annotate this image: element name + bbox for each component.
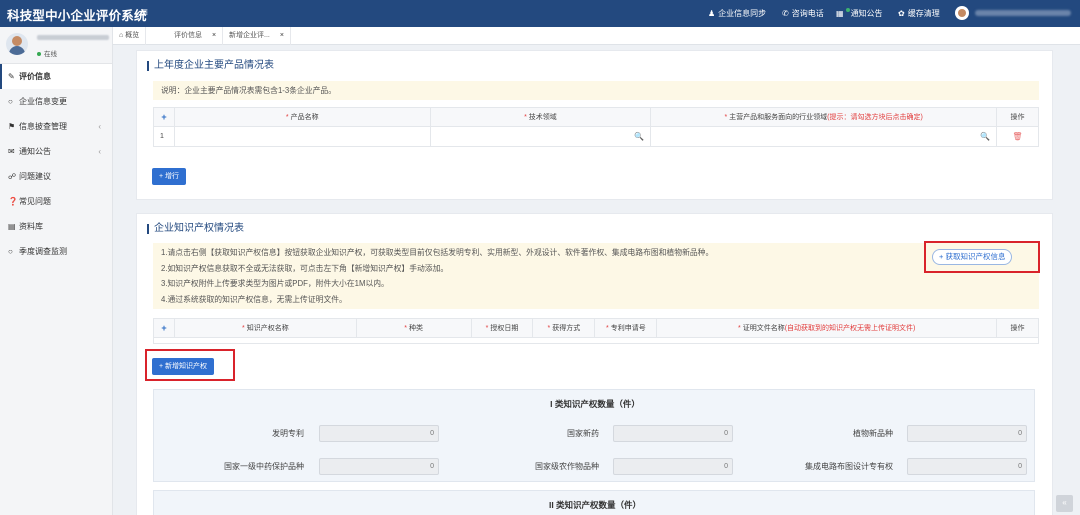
add-row-plus[interactable]: + — [153, 107, 175, 127]
add-ip-plus[interactable]: + — [153, 318, 175, 338]
profile-panel: 在线 — [0, 27, 112, 64]
ip-notes: 1.请点击右侧【获取知识产权信息】按钮获取企业知识产权，可获取类型目前仅包括发明… — [153, 243, 1039, 309]
sidebar-item-info-change[interactable]: ○ 企业信息变更 — [0, 89, 112, 114]
sidebar-item-disclosure[interactable]: ⚑ 信息披查管理 ‹ — [0, 114, 112, 139]
search-icon[interactable]: 🔍 — [634, 132, 644, 141]
sidebar-item-feedback[interactable]: ☍ 问题建议 — [0, 164, 112, 189]
class1-title: I 类知识产权数量（件） — [550, 399, 640, 409]
user-avatar[interactable] — [955, 6, 969, 20]
top-bar: 科技型中小企业评价系统 ≡ ♟ 企业信息同步 ✆ 咨询电话 ▦ 通知公告 ✿ 缓存清理 — [0, 0, 1080, 27]
sidebar-item-evaluation[interactable]: ✎ 评价信息 — [0, 64, 112, 89]
tab-bar: ⌂ 概览 评价信息 × 新增企业评... × — [113, 27, 1080, 45]
tcm-protection-input[interactable]: 0 — [319, 458, 439, 475]
field-label: 植物新品种 — [853, 429, 893, 438]
products-note: 说明：企业主要产品情况表需包含1-3条企业产品。 — [153, 81, 1039, 100]
highlight-box — [924, 241, 1040, 273]
close-icon[interactable]: × — [280, 32, 284, 39]
sidebar-item-survey[interactable]: ○ 季度调查监测 — [0, 239, 112, 264]
industry-select[interactable]: 🔍 — [650, 126, 998, 147]
edit-icon: ✎ — [8, 72, 15, 81]
user-name-redacted[interactable] — [975, 10, 1071, 16]
products-section-title: 上年度企业主要产品情况表 — [147, 61, 274, 71]
sidebar-item-notice[interactable]: ✉ 通知公告 ‹ — [0, 139, 112, 164]
field-label: 国家新药 — [567, 429, 599, 438]
add-row-button[interactable]: + 增行 — [152, 168, 187, 185]
app-title: 科技型中小企业评价系统 — [7, 9, 147, 23]
chevron-left-icon: ‹ — [98, 147, 101, 156]
main-content: 上年度企业主要产品情况表 说明：企业主要产品情况表需包含1-3条企业产品。 + … — [113, 45, 1080, 515]
col-industry: * 主营产品和服务面向的行业领域(提示：请勾选方块后点击确定) — [650, 107, 998, 127]
circle-icon: ○ — [8, 247, 13, 256]
products-card: 上年度企业主要产品情况表 说明：企业主要产品情况表需包含1-3条企业产品。 + … — [136, 50, 1053, 200]
table-row: 1 🔍 🔍 🗑 — [153, 126, 1039, 147]
col-acquire-method: * 获得方式 — [532, 318, 596, 338]
comment-icon: ☍ — [8, 172, 17, 181]
col-patent-no: * 专利申请号 — [594, 318, 658, 338]
field-label: 集成电路布图设计专有权 — [805, 462, 893, 471]
col-ip-name: * 知识产权名称 — [173, 318, 357, 338]
col-operation: 操作 — [996, 107, 1039, 127]
national-drug-input[interactable]: 0 — [613, 425, 733, 442]
class1-panel: I 类知识产权数量（件） 发明专利 0 国家新药 0 植物新品种 0 国家一级中… — [153, 389, 1035, 482]
crop-variety-input[interactable]: 0 — [613, 458, 733, 475]
online-dot-icon — [37, 52, 41, 56]
chevron-left-icon: ‹ — [98, 122, 101, 131]
avatar — [6, 33, 28, 55]
clear-cache-link[interactable]: ✿ 缓存清理 — [898, 8, 940, 19]
phone-icon: ✆ — [782, 9, 789, 18]
plant-variety-input[interactable]: 0 — [907, 425, 1027, 442]
row-index: 1 — [153, 126, 175, 147]
field-label: 国家级农作物品种 — [535, 462, 599, 471]
sidebar-item-library[interactable]: ▤ 资料库 — [0, 214, 112, 239]
search-icon[interactable]: 🔍 — [980, 132, 990, 141]
tech-field-select[interactable]: 🔍 — [429, 126, 652, 147]
class2-panel: II 类知识产权数量（件） — [153, 490, 1035, 515]
consult-phone-link[interactable]: ✆ 咨询电话 — [782, 8, 824, 19]
ip-section-title: 企业知识产权情况表 — [147, 224, 244, 234]
ip-note-line: 3.知识产权附件上传要求类型为图片或PDF，附件大小在1M以内。 — [161, 279, 389, 288]
online-status: 在线 — [37, 48, 57, 58]
ip-note-line: 1.请点击右侧【获取知识产权信息】按钮获取企业知识产权，可获取类型目前仅包括发明… — [161, 248, 714, 257]
col-ip-type: * 种类 — [355, 318, 472, 338]
folder-icon: ▤ — [8, 222, 16, 231]
sidebar: 在线 ✎ 评价信息 ○ 企业信息变更 ⚑ 信息披查管理 ‹ ✉ 通知公告 ‹ ☍ 问题建议 ❓… — [0, 27, 113, 515]
tab-new-evaluation[interactable]: 新增企业评... × — [223, 27, 291, 45]
question-icon: ❓ — [8, 197, 18, 206]
col-proof-file: * 证明文件名称(自动获取到的知识产权无需上传证明文件) — [656, 318, 998, 338]
company-name-redacted — [37, 35, 109, 40]
scroll-to-top-button[interactable]: « — [1056, 495, 1073, 512]
highlight-box — [145, 349, 235, 381]
close-icon[interactable]: × — [212, 32, 216, 39]
clear-cache-icon: ✿ — [898, 9, 905, 18]
invention-patent-input[interactable]: 0 — [319, 425, 439, 442]
notice-icon: ▦ — [836, 9, 844, 18]
class2-title: II 类知识产权数量（件） — [548, 500, 642, 510]
sync-company-link[interactable]: ♟ 企业信息同步 — [708, 8, 766, 19]
tab-overview[interactable]: ⌂ 概览 — [113, 27, 147, 45]
ip-note-line: 2.如知识产权信息获取不全或无法获取，可点击左下角【新增知识产权】手动添加。 — [161, 263, 449, 273]
ip-table: + * 知识产权名称 * 种类 * 授权日期 * 获得方式 * 专利申请号 * 证明文件名称… — [153, 318, 1039, 344]
delete-cell: 🗑 — [996, 126, 1039, 147]
products-table: + * 产品名称 * 技术领域 * 主营产品和服务面向的行业领域(提示：请勾选方块后点… — [153, 107, 1039, 147]
sidebar-item-faq[interactable]: ❓常见问题 — [0, 189, 112, 214]
circle-icon: ○ — [8, 97, 13, 106]
mail-icon: ✉ — [8, 147, 15, 156]
tab-evaluation[interactable]: 评价信息 × — [168, 27, 224, 45]
col-ip-operation: 操作 — [996, 318, 1039, 338]
col-tech-field: * 技术领域 — [429, 107, 652, 127]
notice-link[interactable]: ▦ 通知公告 — [836, 8, 883, 19]
notice-dot — [845, 8, 850, 12]
ip-note-line: 4.通过系统获取的知识产权信息，无需上传证明文件。 — [161, 294, 347, 304]
field-label: 国家一级中药保护品种 — [224, 462, 304, 471]
col-grant-date: * 授权日期 — [470, 318, 534, 338]
user-icon: ♟ — [708, 9, 716, 18]
ic-layout-input[interactable]: 0 — [907, 458, 1027, 475]
menu-toggle-icon[interactable]: ≡ — [141, 5, 148, 19]
col-product-name: * 产品名称 — [173, 107, 431, 127]
trash-icon[interactable]: 🗑 — [1012, 132, 1022, 141]
field-label: 发明专利 — [272, 429, 304, 438]
tags-icon: ⚑ — [8, 122, 16, 131]
product-name-input[interactable] — [173, 126, 431, 147]
